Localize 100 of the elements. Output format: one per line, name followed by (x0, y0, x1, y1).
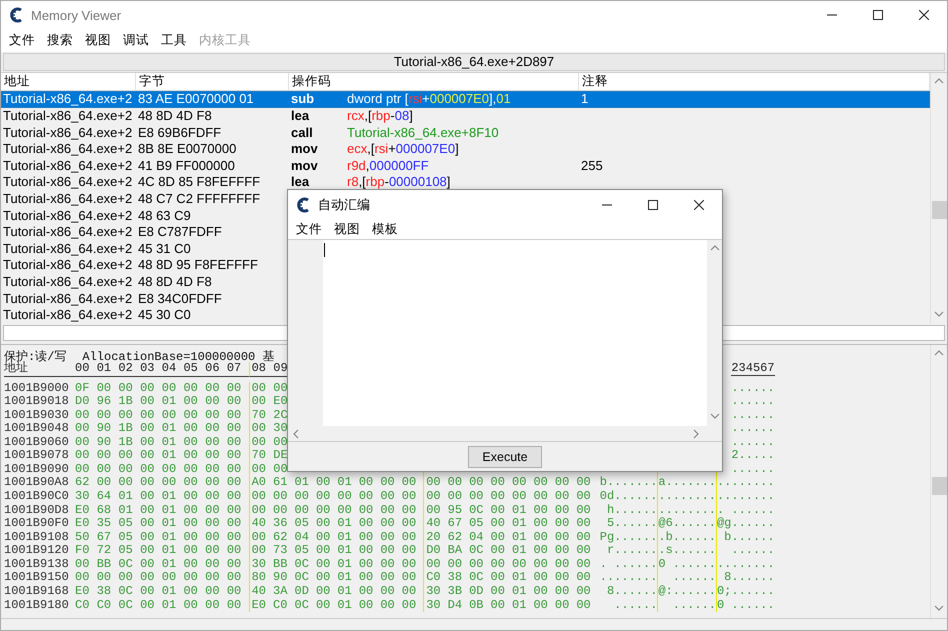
menu-item[interactable]: 工具 (155, 32, 193, 50)
byte-cell-text: 00 (183, 436, 199, 450)
operands-cell-text: Tutorial-x86_64.exe+8F10 (346, 124, 500, 142)
menu-item[interactable]: 调试 (117, 32, 155, 50)
bytes-cell-text: 48 8D 4D F8 (137, 274, 213, 290)
byte-cell-text: 00 (273, 504, 288, 518)
byte-cell-text: E0 (273, 395, 289, 409)
byte-cell-text: 01 (162, 490, 178, 504)
column-header[interactable]: 地址 (1, 73, 136, 90)
byte-cell-text: 00 (448, 558, 464, 572)
address-cell-text: Tutorial-x86_64.exe+2 (2, 257, 134, 274)
ascii-cell: 0 ...... (657, 558, 716, 572)
disassembly-row[interactable]: Tutorial-x86_64.exe+2 83 AE E0070000 01 sub dword ptr [rsi+000007E0],01 1 (1, 91, 930, 108)
byte-cell-text: 90 (273, 571, 288, 585)
ascii-cell-text: 8...... (606, 584, 658, 599)
comment-cell-text: 255 (580, 158, 604, 174)
byte-cell-text: 00 (183, 598, 199, 612)
byte-cell-text: 00 (490, 490, 506, 504)
menu-item[interactable]: 视图 (328, 220, 366, 238)
byte-cell-text: 00 (226, 544, 242, 558)
disassembly-row[interactable]: Tutorial-x86_64.exe+2 8B 8E E0070000 mov ecx,[rsi+000007E0] (1, 141, 930, 158)
execute-button[interactable]: Execute (468, 446, 542, 468)
maximize-icon[interactable] (648, 200, 658, 210)
byte-cell-text: 00 (490, 544, 506, 558)
byte-cell-text: 00 (533, 490, 549, 504)
byte-cell-text: 30 (75, 490, 90, 504)
byte-cell-text: 00 (183, 462, 199, 476)
byte-cell-text: 00 (448, 490, 464, 504)
byte-cell-text: 00 (183, 382, 199, 396)
byte-cell-text: 00 (576, 490, 592, 504)
scroll-thumb[interactable] (932, 476, 946, 495)
byte-cell-text: 00 (576, 584, 592, 599)
byte-cell-text: 00 (226, 530, 242, 544)
address-cell-text: 1001B9018 (4, 395, 70, 409)
scrollbar[interactable] (930, 344, 947, 618)
menu-item[interactable]: 模板 (366, 220, 404, 238)
byte-cell-text: 00 (118, 449, 134, 463)
byte-cell-text: 3B (448, 584, 464, 599)
byte-cell-text: 00 (183, 571, 199, 585)
byte-cell-text: BB (96, 558, 112, 572)
byte-cell-text: 00 (554, 571, 570, 585)
disassembly-row[interactable]: Tutorial-x86_64.exe+2 48 8D 4D F8 lea rcx,[rbp-08] (1, 108, 930, 125)
byte-cell-text: 00 (358, 490, 374, 504)
byte-cell-text: D0 (75, 395, 90, 409)
column-header[interactable]: 操作码 (289, 73, 579, 90)
byte-cell-text: 00 (402, 517, 418, 531)
byte-cell-text: 00 (337, 490, 353, 504)
byte-cell-text: 00 (533, 517, 549, 531)
byte-cell-text: 01 (162, 544, 178, 558)
byte-cell-text: 00 (554, 584, 570, 599)
byte-cell-text: 00 (226, 598, 242, 612)
scrollbar[interactable] (930, 73, 947, 324)
byte-cell-text: 00 (554, 598, 570, 612)
byte-cell-text: 00 (316, 544, 332, 558)
byte-cell-text: 00 (358, 584, 374, 599)
ascii-cell: ........ (716, 558, 775, 572)
menu-item[interactable]: 视图 (79, 32, 117, 50)
byte-cell-text: 00 (402, 558, 418, 572)
disassembly-row[interactable]: Tutorial-x86_64.exe+2 E8 69B6FDFF call Tutorial-x86_64.exe+8F10 (1, 124, 930, 142)
byte-cell-text: 00 (490, 504, 506, 518)
byte-cell-text: 00 (226, 462, 242, 476)
menu-item[interactable]: 搜索 (41, 32, 79, 50)
byte-cell-text: 00 (490, 476, 506, 490)
ascii-cell: 0 ...... (716, 598, 775, 612)
opcode-cell-text: sub (290, 91, 316, 108)
byte-cell-text: 00 (380, 490, 396, 504)
address-cell-text: Tutorial-x86_64.exe+2 (2, 190, 134, 208)
byte-cell-text: 00 (183, 395, 199, 409)
column-header[interactable]: 字节 (136, 73, 289, 90)
byte-cell-text: 80 (252, 571, 267, 585)
byte-cell-text: 00 (469, 558, 484, 572)
close-icon[interactable] (919, 10, 929, 20)
byte-cell-text: 01 (162, 584, 178, 599)
disassembly-row[interactable]: Tutorial-x86_64.exe+2 41 B9 FF000000 mov r9d,000000FF 255 (1, 158, 930, 174)
menu-item[interactable]: 文件 (3, 32, 41, 50)
byte-cell-text: 00 (273, 436, 289, 450)
byte-cell-text: C0 (426, 571, 442, 585)
close-icon[interactable] (694, 200, 704, 210)
ascii-cell-text: 5...... (606, 517, 658, 531)
menu-item[interactable]: 文件 (290, 220, 328, 238)
byte-cell-text: 00 (316, 517, 332, 531)
byte-cell-text: 70 (252, 449, 267, 463)
byte-cell-text: 00 (402, 544, 418, 558)
byte-cell-text: 0D (294, 584, 310, 599)
ascii-cell: @6...... (657, 517, 716, 531)
byte-cell-text: 20 (426, 530, 442, 544)
byte-cell-text: 00 (96, 449, 112, 463)
byte-cell-text: 00 (75, 436, 90, 450)
address-cell-text: 1001B9120 (4, 544, 70, 558)
byte-cell-text: 00 (576, 504, 592, 518)
byte-cell-text: 00 (118, 571, 134, 585)
byte-cell-text: 40 (252, 517, 267, 531)
scroll-thumb[interactable] (932, 201, 946, 220)
byte-cell-text: 01 (337, 571, 353, 585)
byte-cell-text: 30 (426, 598, 442, 612)
byte-cell-text: 00 (380, 476, 396, 490)
disassembly-row[interactable]: Tutorial-x86_64.exe+2 4C 8D 85 F8FEFFFF lea r8,[rbp-00000108] (1, 174, 930, 191)
byte-cell-text: 01 (512, 584, 528, 599)
byte-cell-text: 0C (469, 544, 484, 558)
maximize-icon[interactable] (873, 10, 883, 20)
